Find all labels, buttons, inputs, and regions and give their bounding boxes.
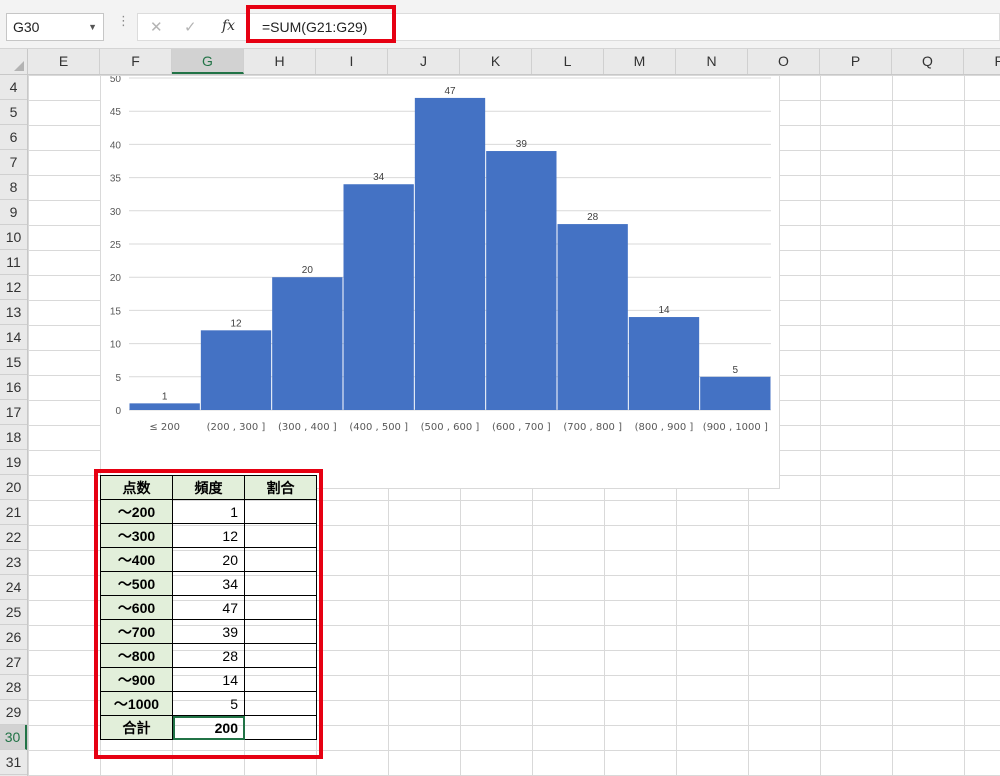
row-header-20[interactable]: 20 — [0, 475, 27, 500]
histogram-bar[interactable] — [628, 317, 700, 410]
row-header-21[interactable]: 21 — [0, 500, 27, 525]
row-header-22[interactable]: 22 — [0, 525, 27, 550]
row-header-26[interactable]: 26 — [0, 625, 27, 650]
histogram-bar[interactable] — [200, 330, 272, 410]
column-header-r[interactable]: R — [964, 49, 1000, 74]
column-header-i[interactable]: I — [316, 49, 388, 74]
column-header-m[interactable]: M — [604, 49, 676, 74]
row-header-6[interactable]: 6 — [0, 125, 27, 150]
column-header-e[interactable]: E — [28, 49, 100, 74]
row-header-7[interactable]: 7 — [0, 150, 27, 175]
histogram-bar[interactable] — [129, 403, 200, 410]
cancel-icon[interactable]: ✕ — [150, 18, 163, 36]
chart-canvas: 0 5 10 15 20 25 30 35 40 45 50 1 ≤ 200 12 (200 , 300 ]… — [110, 76, 771, 433]
y-tick-label: 5 — [115, 373, 121, 384]
row-header-17[interactable]: 17 — [0, 400, 27, 425]
row-header-25[interactable]: 25 — [0, 600, 27, 625]
name-box-value: G30 — [13, 19, 40, 35]
bar-data-label: 47 — [444, 86, 456, 97]
x-category-label: ≤ 200 — [149, 422, 180, 433]
column-header-q[interactable]: Q — [892, 49, 964, 74]
bar-data-label: 1 — [162, 391, 168, 402]
y-tick-label: 35 — [110, 174, 122, 185]
row-header-15[interactable]: 15 — [0, 350, 27, 375]
row-header-13[interactable]: 13 — [0, 300, 27, 325]
x-category-label: (500 , 600 ] — [421, 422, 480, 433]
column-header-o[interactable]: O — [748, 49, 820, 74]
y-tick-label: 30 — [110, 207, 122, 218]
histogram-bar[interactable] — [343, 184, 414, 410]
row-header-14[interactable]: 14 — [0, 325, 27, 350]
check-icon[interactable]: ✓ — [184, 18, 197, 36]
chevron-down-icon[interactable]: ▼ — [88, 14, 97, 40]
histogram-bar[interactable] — [557, 224, 628, 410]
formula-highlight-box — [246, 5, 396, 43]
y-tick-label: 50 — [110, 76, 122, 85]
spreadsheet-grid[interactable]: EFGHIJKLMNOPQR 4 5 6 7 8 9 10 11 12 13 14 15 16 17 18 1… — [0, 49, 1000, 776]
bar-data-label: 12 — [230, 318, 242, 329]
y-tick-label: 25 — [110, 240, 122, 251]
histogram-bar[interactable] — [700, 376, 771, 410]
formula-bar: G30 ▼ ⋮ ✕ ✓ fx =SUM(G21:G29) — [0, 0, 1000, 49]
row-header-28[interactable]: 28 — [0, 675, 27, 700]
row-header-16[interactable]: 16 — [0, 375, 27, 400]
x-category-label: (900 , 1000 ] — [703, 422, 768, 433]
column-header-p[interactable]: P — [820, 49, 892, 74]
x-category-label: (400 , 500 ] — [349, 422, 408, 433]
y-tick-label: 15 — [110, 306, 122, 317]
bar-data-label: 28 — [587, 212, 599, 223]
row-header-4[interactable]: 4 — [0, 75, 27, 100]
row-header-12[interactable]: 12 — [0, 275, 27, 300]
row-header-27[interactable]: 27 — [0, 650, 27, 675]
column-header-g[interactable]: G — [172, 49, 244, 74]
column-header-k[interactable]: K — [460, 49, 532, 74]
row-headers: 4 5 6 7 8 9 10 11 12 13 14 15 16 17 18 19 20 21 22 23 24 25 26… — [0, 75, 28, 776]
column-headers: EFGHIJKLMNOPQR — [28, 49, 1000, 75]
histogram-bar[interactable] — [414, 97, 486, 411]
row-header-8[interactable]: 8 — [0, 175, 27, 200]
bar-data-label: 14 — [658, 305, 670, 316]
row-header-10[interactable]: 10 — [0, 225, 27, 250]
row-header-18[interactable]: 18 — [0, 425, 27, 450]
row-header-24[interactable]: 24 — [0, 575, 27, 600]
insert-function-icon[interactable]: fx — [222, 18, 235, 34]
bar-data-label: 34 — [373, 172, 385, 183]
column-header-n[interactable]: N — [676, 49, 748, 74]
name-box[interactable]: G30 ▼ — [6, 13, 104, 41]
row-header-11[interactable]: 11 — [0, 250, 27, 275]
x-category-label: (600 , 700 ] — [492, 422, 551, 433]
histogram-chart[interactable]: 0 5 10 15 20 25 30 35 40 45 50 1 ≤ 200 12 (200 , 300 ]… — [100, 75, 780, 489]
row-header-31[interactable]: 31 — [0, 750, 27, 775]
column-header-h[interactable]: H — [244, 49, 316, 74]
more-options-icon: ⋮ — [117, 14, 130, 29]
x-category-label: (200 , 300 ] — [207, 422, 266, 433]
bar-data-label: 39 — [516, 139, 528, 150]
x-category-label: (800 , 900 ] — [635, 422, 694, 433]
column-header-l[interactable]: L — [532, 49, 604, 74]
row-header-9[interactable]: 9 — [0, 200, 27, 225]
y-tick-label: 20 — [110, 273, 122, 284]
row-header-5[interactable]: 5 — [0, 100, 27, 125]
formula-buttons: ✕ ✓ fx — [137, 13, 247, 41]
column-header-f[interactable]: F — [100, 49, 172, 74]
y-tick-label: 0 — [115, 406, 121, 417]
row-header-19[interactable]: 19 — [0, 450, 27, 475]
bar-data-label: 5 — [733, 365, 739, 376]
x-category-label: (300 , 400 ] — [278, 422, 337, 433]
histogram-bar[interactable] — [486, 151, 557, 410]
row-header-30[interactable]: 30 — [0, 725, 27, 750]
y-tick-label: 40 — [110, 140, 122, 151]
row-header-23[interactable]: 23 — [0, 550, 27, 575]
y-tick-label: 45 — [110, 107, 122, 118]
column-header-j[interactable]: J — [388, 49, 460, 74]
select-all-corner[interactable] — [0, 49, 28, 75]
row-header-29[interactable]: 29 — [0, 700, 27, 725]
x-category-label: (700 , 800 ] — [563, 422, 622, 433]
table-highlight-box — [94, 469, 323, 759]
bar-data-label: 20 — [302, 265, 314, 276]
y-tick-label: 10 — [110, 340, 122, 351]
histogram-bar[interactable] — [272, 277, 343, 410]
